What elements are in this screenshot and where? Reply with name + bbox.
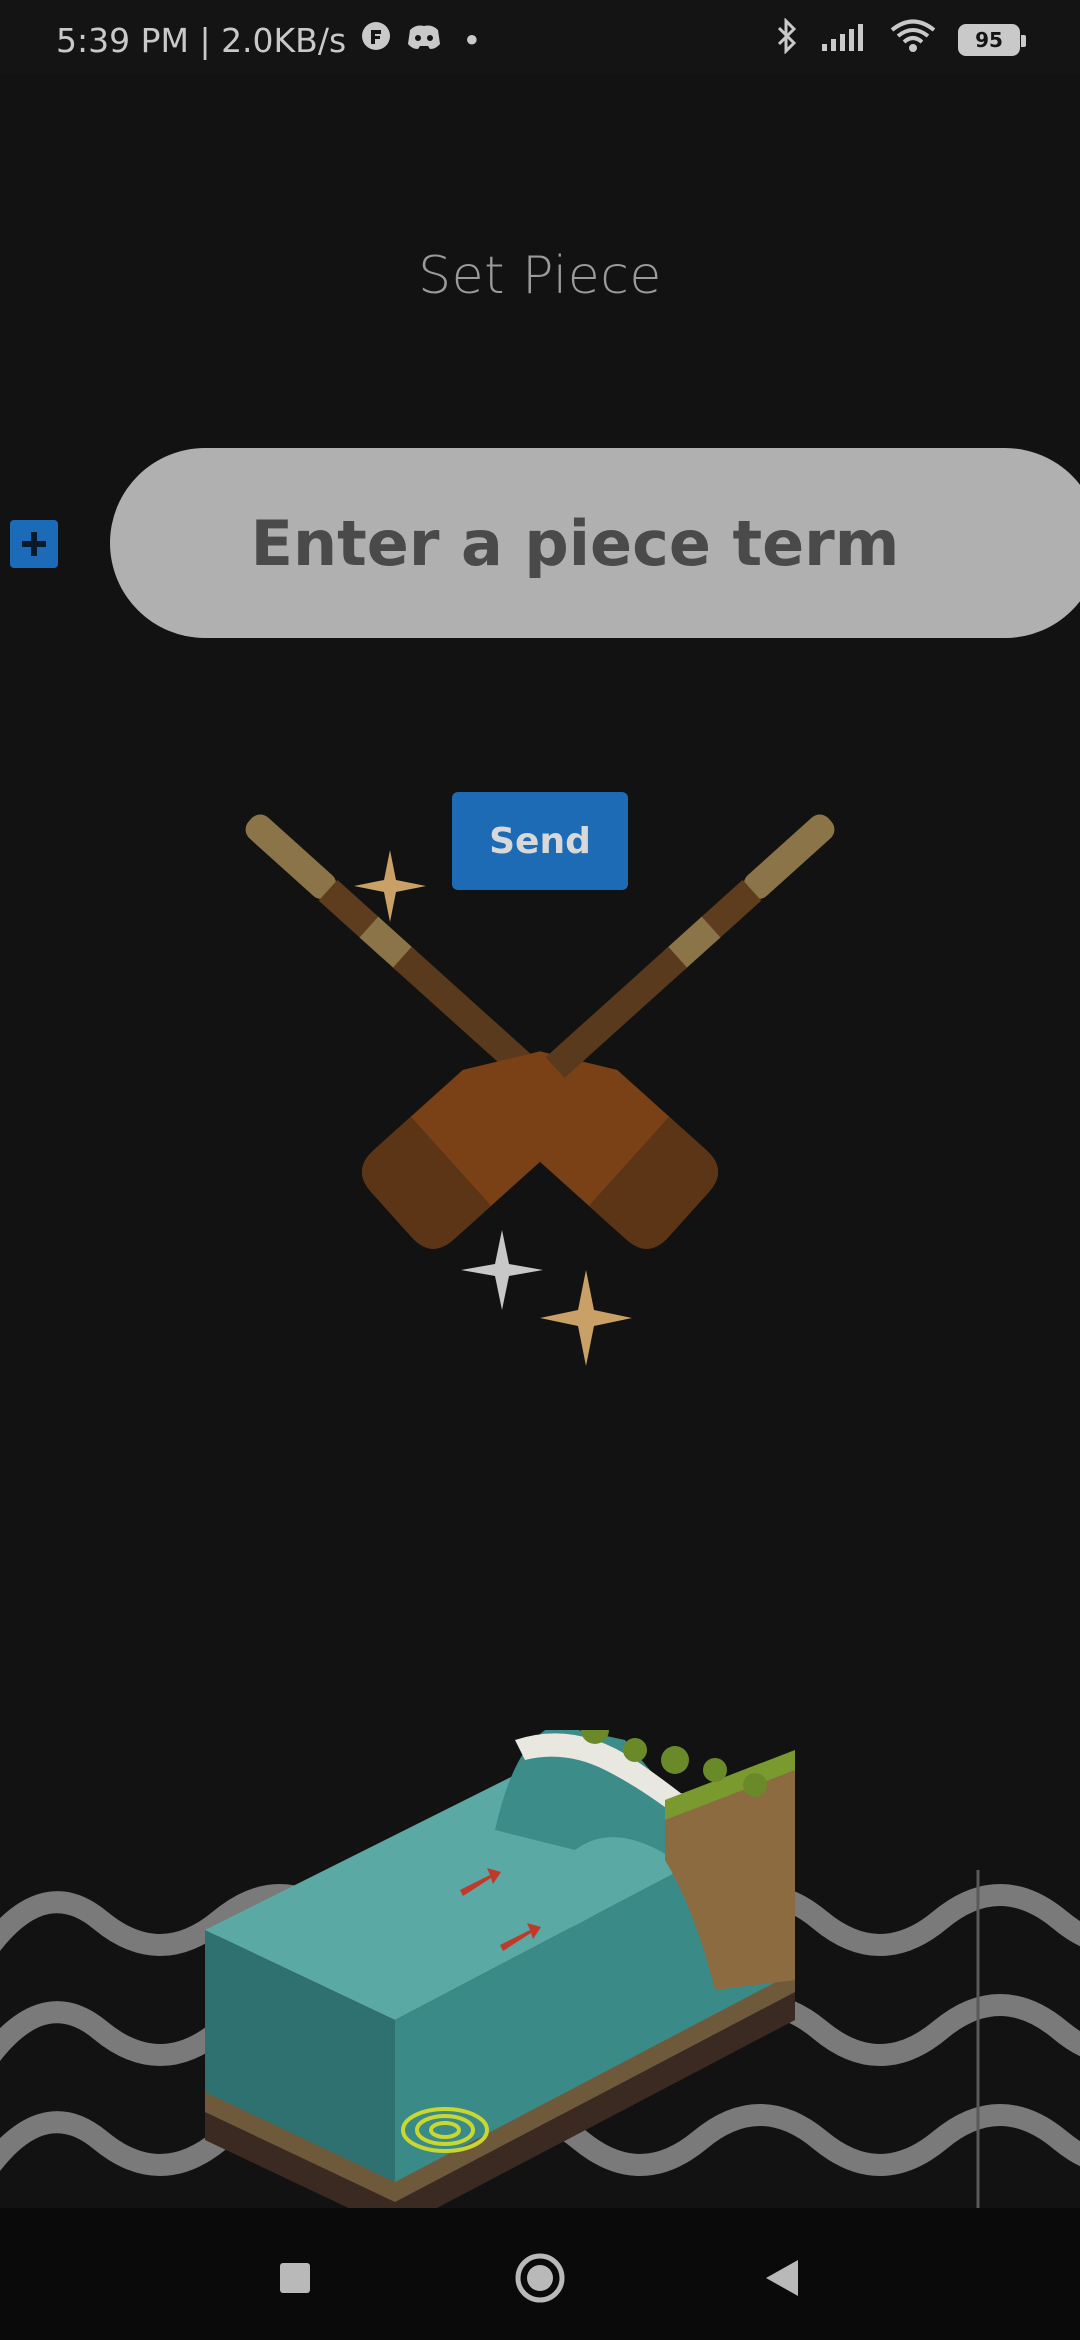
status-left: 5:39 PM | 2.0KB/s •: [56, 20, 482, 60]
bluetooth-icon: [776, 17, 798, 62]
notification-app-icon: [360, 20, 392, 60]
status-dot: •: [462, 20, 482, 60]
circle-icon: [515, 2253, 565, 2303]
navigation-bar: [0, 2208, 1080, 2340]
tsunami-block-illustration: [205, 1730, 795, 2210]
back-button[interactable]: [752, 2248, 812, 2308]
signal-icon: [820, 21, 868, 60]
piece-term-input[interactable]: [110, 448, 1080, 638]
status-right: 95: [776, 17, 1026, 62]
page-title: Set Piece: [418, 246, 662, 306]
square-icon: [280, 2263, 310, 2293]
status-bar: 5:39 PM | 2.0KB/s • 95: [0, 0, 1080, 74]
status-time-speed: 5:39 PM | 2.0KB/s: [56, 20, 347, 60]
plus-icon: [22, 532, 46, 556]
recent-apps-button[interactable]: [265, 2248, 325, 2308]
send-button[interactable]: Send: [452, 792, 628, 890]
wifi-icon: [890, 19, 936, 61]
add-button[interactable]: [10, 520, 58, 568]
triangle-back-icon: [766, 2260, 798, 2296]
battery-icon: 95: [958, 24, 1026, 56]
home-button[interactable]: [510, 2248, 570, 2308]
screen: 5:39 PM | 2.0KB/s • 95 Set Piece Enter a…: [0, 0, 1080, 2340]
discord-icon: [406, 21, 442, 60]
